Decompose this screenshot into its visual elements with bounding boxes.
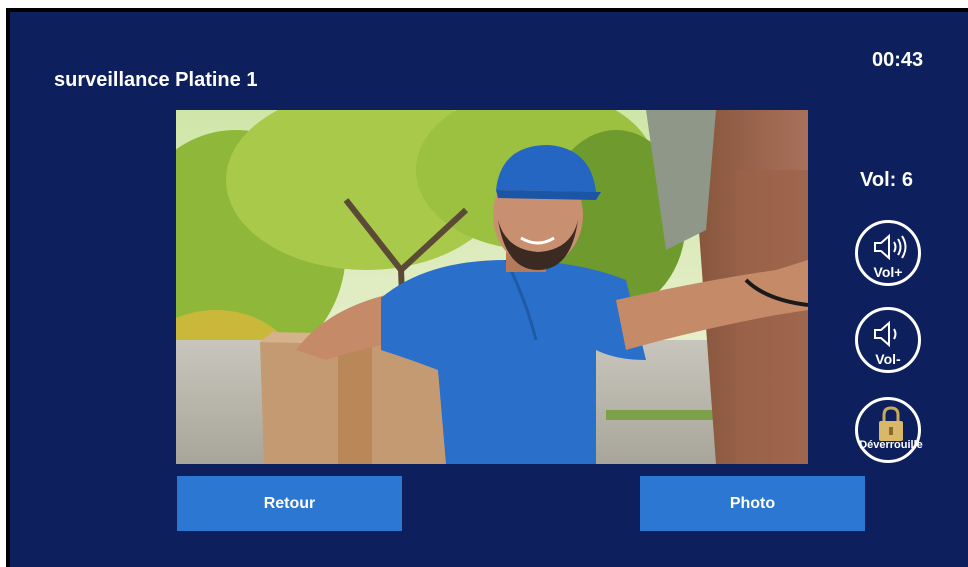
camera-feed bbox=[176, 110, 808, 464]
intercom-screen: surveillance Platine 1 00:43 Vol: 6 Vol+… bbox=[6, 8, 968, 567]
volume-up-button[interactable]: Vol+ bbox=[855, 220, 921, 286]
back-button[interactable]: Retour bbox=[177, 476, 402, 531]
unlock-button[interactable]: Déverrouille bbox=[855, 397, 923, 463]
photo-button[interactable]: Photo bbox=[640, 476, 865, 531]
volume-up-label: Vol+ bbox=[873, 264, 903, 280]
page-title: surveillance Platine 1 bbox=[54, 69, 258, 91]
camera-feed-image bbox=[176, 110, 808, 464]
volume-down-button[interactable]: Vol- bbox=[855, 307, 921, 373]
clock: 00:43 bbox=[872, 49, 924, 71]
speaker-quiet-icon bbox=[872, 320, 910, 353]
volume-level: Vol: 6 bbox=[860, 169, 913, 191]
volume-down-label: Vol- bbox=[875, 351, 901, 367]
speaker-loud-icon bbox=[872, 233, 910, 266]
unlock-label: Déverrouille bbox=[859, 439, 923, 451]
